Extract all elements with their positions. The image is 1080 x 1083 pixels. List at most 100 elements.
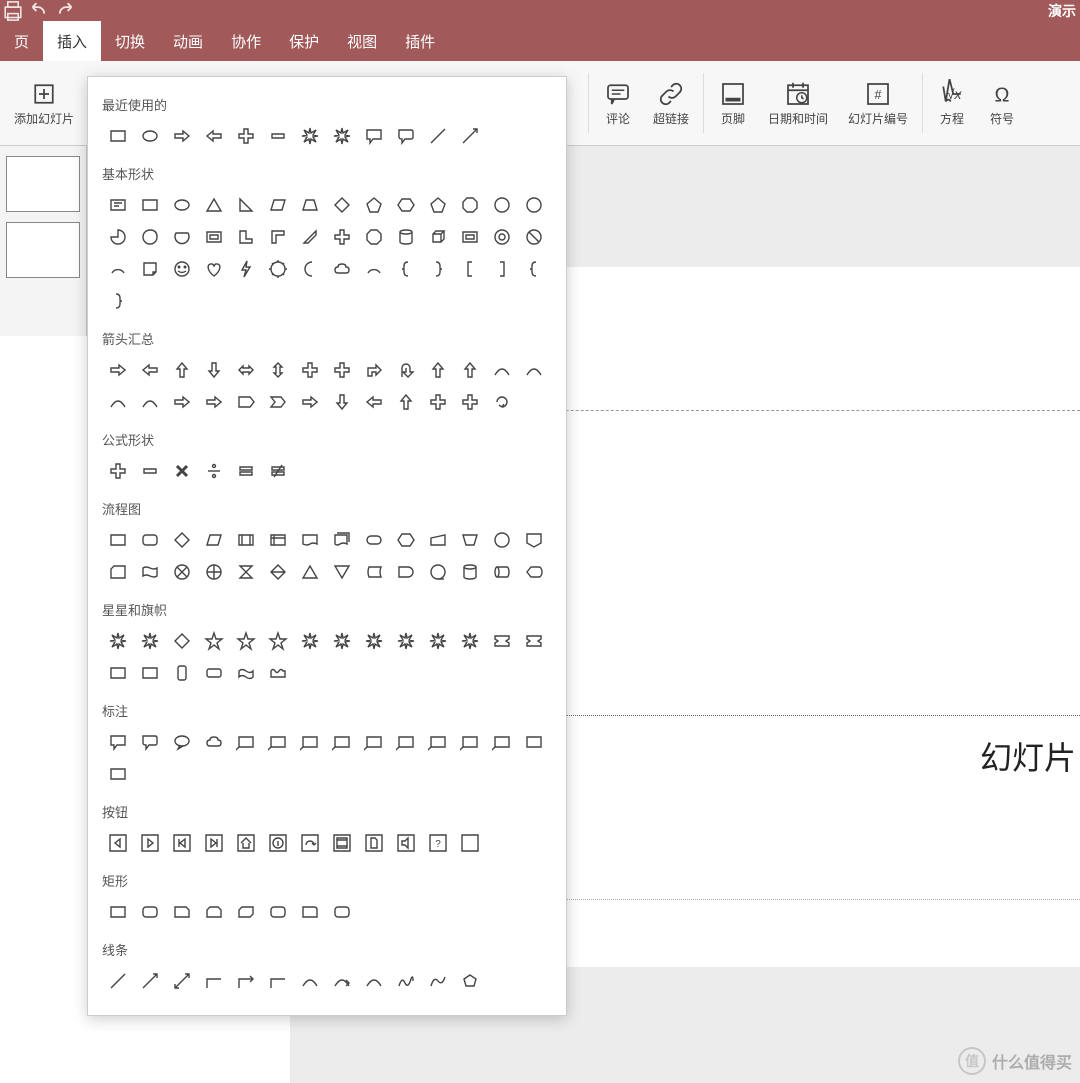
shape-star6[interactable]	[230, 625, 262, 657]
shape-brace-left[interactable]	[390, 253, 422, 285]
shape-freeform-closed[interactable]	[454, 965, 486, 997]
shape-explosion1[interactable]	[102, 625, 134, 657]
shape-btn-info[interactable]	[262, 827, 294, 859]
shape-brace-right[interactable]	[422, 253, 454, 285]
thumb-1[interactable]	[6, 156, 80, 212]
shape-btn-forward[interactable]	[134, 827, 166, 859]
shape-smiley[interactable]	[166, 253, 198, 285]
shape-line-elbow[interactable]	[198, 965, 230, 997]
shape-callout-cloud[interactable]	[198, 726, 230, 758]
shape-fc-internal[interactable]	[262, 524, 294, 556]
shape-chord[interactable]	[166, 221, 198, 253]
shape-callout-oval[interactable]	[166, 726, 198, 758]
shape-callout-border1[interactable]	[422, 726, 454, 758]
shape-ellipse[interactable]	[166, 189, 198, 221]
shape-math-notequal[interactable]	[262, 455, 294, 487]
shape-fc-display[interactable]	[518, 556, 550, 588]
shape-heptagon[interactable]	[422, 189, 454, 221]
shape-star10[interactable]	[326, 625, 358, 657]
shape-math-equal[interactable]	[230, 455, 262, 487]
tab-insert[interactable]: 插入	[43, 21, 101, 61]
shape-callout-accent1[interactable]	[326, 726, 358, 758]
shape-heart[interactable]	[198, 253, 230, 285]
thumb-2[interactable]	[6, 222, 80, 278]
shape-fc-manual-input[interactable]	[422, 524, 454, 556]
shape-rect-round1[interactable]	[294, 896, 326, 928]
shape-arrow-uturn[interactable]	[390, 354, 422, 386]
shape-arrow-quadcallout[interactable]	[454, 386, 486, 418]
hyperlink-button[interactable]: 超链接	[643, 63, 699, 143]
shape-cloud[interactable]	[326, 253, 358, 285]
shape-callout-line1[interactable]	[230, 726, 262, 758]
shape-callout-bar1[interactable]	[518, 726, 550, 758]
shape-ribbon-up[interactable]	[486, 625, 518, 657]
shape-callout-line3[interactable]	[294, 726, 326, 758]
shape-freeform[interactable]	[422, 965, 454, 997]
tab-plugin[interactable]: 插件	[391, 21, 449, 61]
shape-diag-stripe[interactable]	[294, 221, 326, 253]
shape-arrow-quad[interactable]	[294, 354, 326, 386]
shape-btn-end[interactable]	[198, 827, 230, 859]
shape-fc-process[interactable]	[102, 524, 134, 556]
shape-btn-home[interactable]	[230, 827, 262, 859]
shape-speech-round[interactable]	[390, 120, 422, 152]
shape-ellipse[interactable]	[134, 120, 166, 152]
tab-animation[interactable]: 动画	[159, 21, 217, 61]
shape-burst2[interactable]	[326, 120, 358, 152]
undo-icon[interactable]	[26, 1, 52, 21]
shape-arrow-left[interactable]	[198, 120, 230, 152]
shape-trapezoid[interactable]	[294, 189, 326, 221]
shape-callout-line2[interactable]	[262, 726, 294, 758]
shape-arrow-leftright[interactable]	[230, 354, 262, 386]
shape-star12[interactable]	[358, 625, 390, 657]
shape-arrow-circular[interactable]	[486, 386, 518, 418]
shape-rect[interactable]	[102, 120, 134, 152]
shape-line-elbow-arrow[interactable]	[230, 965, 262, 997]
shape-double-wave[interactable]	[262, 657, 294, 689]
shape-fc-summing[interactable]	[166, 556, 198, 588]
shape-right-triangle[interactable]	[230, 189, 262, 221]
shape-wave[interactable]	[230, 657, 262, 689]
shape-line-arrow[interactable]	[454, 120, 486, 152]
shape-arrow-right[interactable]	[166, 120, 198, 152]
shape-burst[interactable]	[294, 120, 326, 152]
shape-arrow-curveright[interactable]	[486, 354, 518, 386]
shape-fc-seq-storage[interactable]	[422, 556, 454, 588]
shape-arrow-triple[interactable]	[326, 354, 358, 386]
shape-brace-left2[interactable]	[454, 253, 486, 285]
shape-fc-delay[interactable]	[390, 556, 422, 588]
shape-fc-multidoc[interactable]	[326, 524, 358, 556]
shape-fc-extract[interactable]	[294, 556, 326, 588]
shape-star7[interactable]	[262, 625, 294, 657]
shape-arrow-down[interactable]	[198, 354, 230, 386]
shape-fc-document[interactable]	[294, 524, 326, 556]
shape-vertical-scroll[interactable]	[166, 657, 198, 689]
symbol-button[interactable]: Ω 符号	[977, 63, 1027, 143]
shape-btn-movie[interactable]	[326, 827, 358, 859]
shape-speech-rect[interactable]	[358, 120, 390, 152]
shape-fc-or[interactable]	[198, 556, 230, 588]
shape-ribbon-down[interactable]	[518, 625, 550, 657]
shape-fc-card[interactable]	[102, 556, 134, 588]
shape-pentagon[interactable]	[358, 189, 390, 221]
shape-curve-double[interactable]	[358, 965, 390, 997]
shape-arrow-leftcallout[interactable]	[358, 386, 390, 418]
shape-frame[interactable]	[198, 221, 230, 253]
tab-transition[interactable]: 切换	[101, 21, 159, 61]
shape-arrow-notch[interactable]	[198, 386, 230, 418]
print-icon[interactable]	[0, 1, 26, 21]
shape-callout-rect[interactable]	[102, 726, 134, 758]
shape-arrow-curveup[interactable]	[102, 386, 134, 418]
shape-rect-round2-same[interactable]	[326, 896, 358, 928]
tab-view[interactable]: 视图	[333, 21, 391, 61]
shape-arrow-chevron[interactable]	[262, 386, 294, 418]
footer-button[interactable]: 页脚	[708, 63, 758, 143]
tab-protect[interactable]: 保护	[275, 21, 333, 61]
shape-fc-connector[interactable]	[486, 524, 518, 556]
shape-triangle[interactable]	[198, 189, 230, 221]
shape-diamond[interactable]	[326, 189, 358, 221]
shape-arrow-upcallout[interactable]	[390, 386, 422, 418]
shape-arrow-bent[interactable]	[358, 354, 390, 386]
shape-arrow-bentup[interactable]	[454, 354, 486, 386]
shape-fc-altprocess[interactable]	[134, 524, 166, 556]
